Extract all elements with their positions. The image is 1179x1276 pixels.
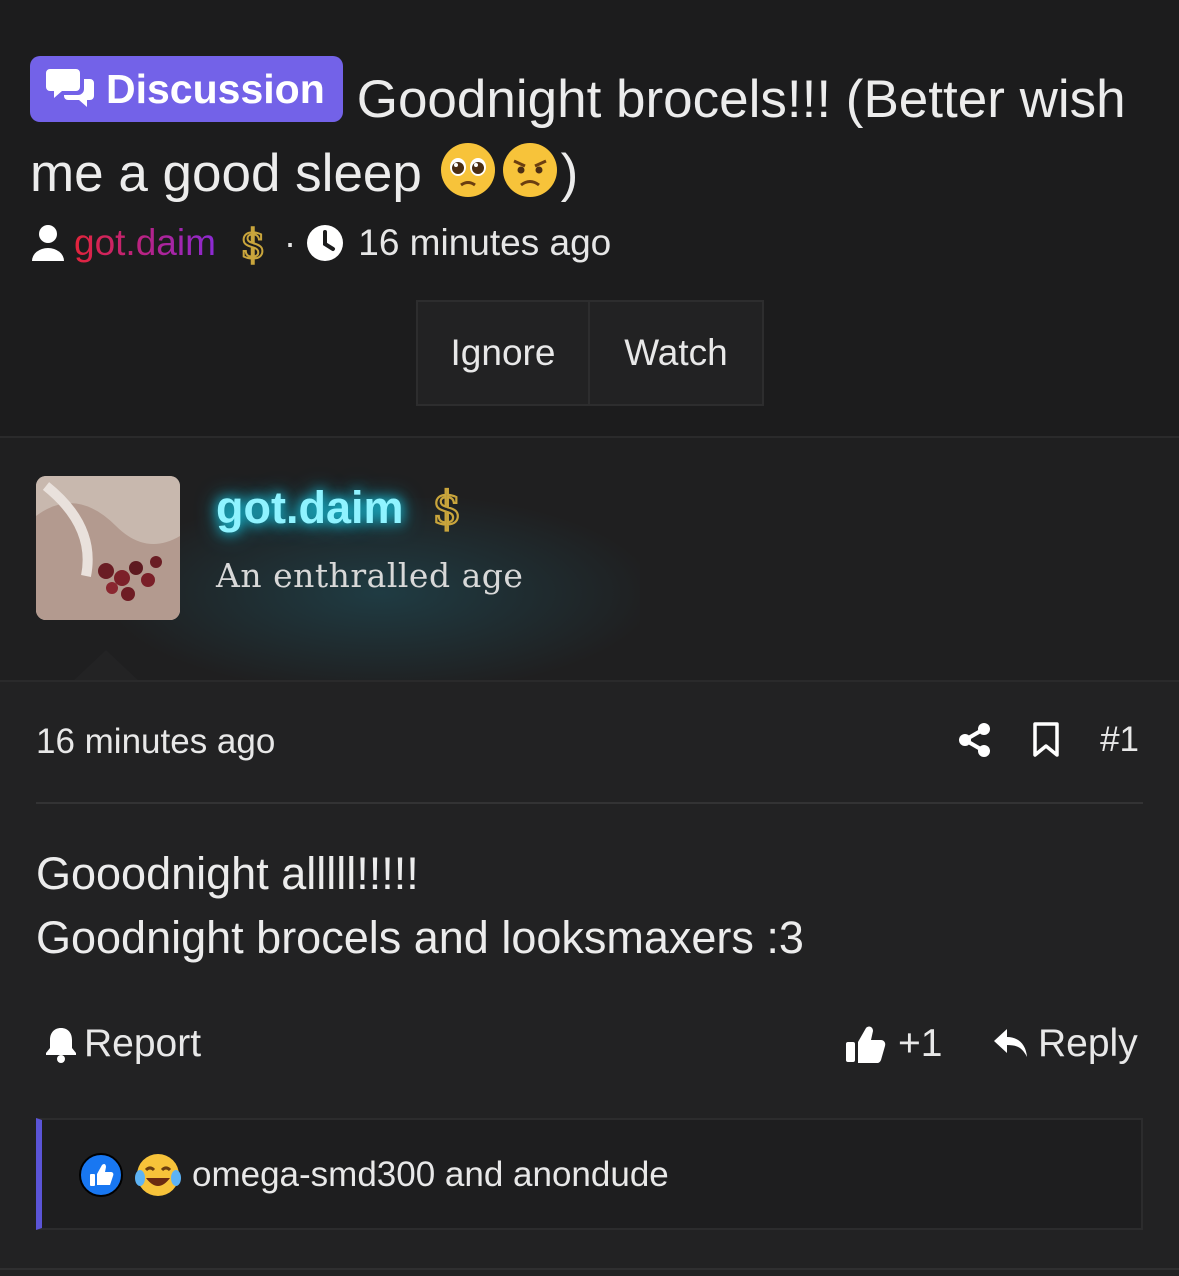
like-reaction-icon: [79, 1153, 123, 1197]
post-pointer: [72, 650, 140, 682]
reply-icon: [994, 1029, 1027, 1057]
thread-header: Discussion Goodnight brocels!!! (Better …: [0, 0, 1179, 437]
thumbs-up-icon: [846, 1026, 886, 1063]
thread-author-link[interactable]: got.daim: [74, 222, 216, 264]
post: 16 minutes ago #1 Gooodnight alllll!!!!!…: [0, 682, 1179, 1276]
post-number[interactable]: #1: [1100, 720, 1139, 760]
reactions-summary: omega-smd300 and anondude: [78, 1152, 669, 1198]
post-time[interactable]: 16 minutes ago: [36, 722, 275, 762]
avatar[interactable]: [36, 476, 180, 620]
reply-label: Reply: [1038, 1022, 1138, 1065]
thread-title: Discussion Goodnight brocels!!! (Better …: [30, 56, 1140, 211]
report-label: Report: [84, 1022, 202, 1065]
pleading-face-icon: [440, 143, 495, 197]
post-line: Goodnight brocels and looksmaxers :3: [36, 912, 804, 963]
divider: [36, 802, 1143, 804]
author-tagline: An enthralled age: [216, 556, 524, 595]
post-tools: #1: [958, 720, 1139, 760]
user-icon: [32, 225, 64, 261]
author-card: got.daim $ An enthralled age: [0, 438, 1179, 688]
thread-actions: Ignore Watch: [416, 300, 764, 406]
title-close: ): [560, 144, 579, 203]
badge-label: Discussion: [106, 66, 325, 112]
thread-time: 16 minutes ago: [358, 222, 612, 263]
like-button[interactable]: +1: [844, 1022, 942, 1066]
like-count: +1: [898, 1022, 943, 1065]
bell-icon: [46, 1028, 76, 1063]
reactions-text: omega-smd300 and anondude: [192, 1155, 669, 1194]
divider: [0, 1268, 1179, 1270]
avatar-image: [36, 476, 180, 620]
discussion-badge[interactable]: Discussion: [30, 56, 343, 122]
svg-text:$: $: [240, 222, 265, 266]
ignore-button[interactable]: Ignore: [418, 302, 590, 404]
watch-button[interactable]: Watch: [590, 302, 762, 404]
clock-icon: [307, 225, 344, 261]
reactions-bar[interactable]: omega-smd300 and anondude: [36, 1118, 1143, 1230]
angry-face-icon: [502, 143, 557, 197]
dollar-icon: $: [431, 480, 462, 532]
author-username[interactable]: got.daim: [216, 482, 404, 534]
report-button[interactable]: Report: [44, 1022, 201, 1066]
reply-button[interactable]: Reply: [992, 1022, 1138, 1066]
meta-dot: ·: [283, 222, 297, 263]
chat-bubbles-icon: [46, 69, 94, 107]
post-body: Gooodnight alllll!!!!! Goodnight brocels…: [36, 842, 804, 970]
svg-text:$: $: [432, 481, 461, 532]
share-icon[interactable]: [958, 722, 992, 758]
thread-meta: got.daim $ · 16 minutes ago: [30, 218, 611, 268]
laughing-tears-icon: [135, 1154, 181, 1196]
bookmark-icon[interactable]: [1032, 722, 1060, 758]
post-line: Gooodnight alllll!!!!!: [36, 848, 419, 899]
dollar-icon: $: [239, 221, 266, 266]
